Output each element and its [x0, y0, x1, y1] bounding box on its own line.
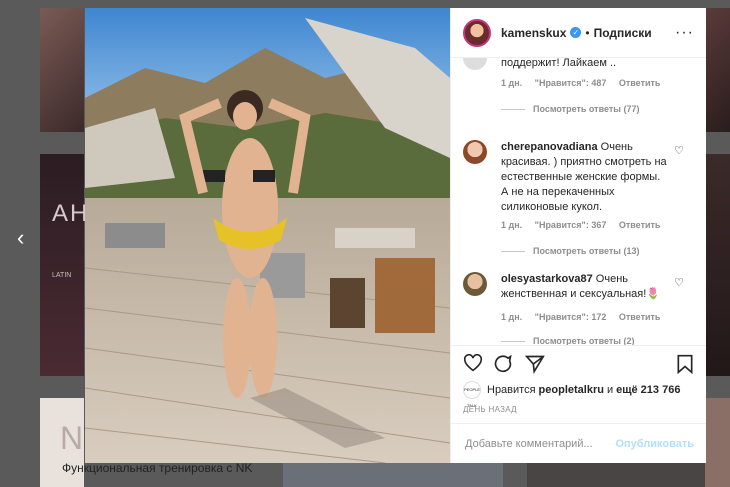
avatar[interactable] [463, 140, 487, 164]
comment-time[interactable]: 1 дн. [501, 78, 522, 88]
more-options-icon[interactable]: ··· [675, 24, 694, 42]
comment-likes[interactable]: "Нравится": 487 [535, 78, 607, 88]
comment-text: cherepanovadiana Очень красивая. ) прият… [501, 140, 670, 215]
comment-text: olesyastarkova87 Очень женственная и сек… [501, 272, 670, 302]
separator: • [585, 25, 590, 40]
thumbnail-text: AH [52, 200, 90, 227]
comment-text: поддержит! Лайкаем .. [501, 58, 617, 69]
feed-thumbnail[interactable] [705, 8, 730, 132]
comment-icon[interactable] [493, 354, 513, 374]
feed-thumbnail[interactable] [527, 463, 705, 487]
view-replies-button[interactable]: Посмотреть ответы (2) [501, 336, 634, 345]
feed-thumbnail[interactable] [283, 463, 503, 487]
avatar[interactable] [463, 58, 487, 70]
bookmark-icon[interactable] [676, 354, 694, 374]
post-username[interactable]: kamenskux [501, 26, 566, 40]
send-icon[interactable] [525, 354, 545, 374]
reply-button[interactable]: Ответить [619, 78, 661, 88]
comment-meta: 1 дн. "Нравится": 367 Ответить [501, 220, 670, 230]
view-replies-label: Посмотреть ответы (13) [533, 246, 640, 256]
likes-summary: PEOPLE TALK Нравится peopletalkru и ещё … [463, 381, 694, 408]
reply-button[interactable]: Ответить [619, 312, 661, 322]
post-comment-button[interactable]: Опубликовать [615, 438, 694, 450]
comment-meta: 1 дн. "Нравится": 487 Ответить [501, 78, 670, 88]
comment-time[interactable]: 1 дн. [501, 220, 522, 230]
view-replies-label: Посмотреть ответы (2) [533, 336, 635, 345]
following-button[interactable]: Подписки [594, 26, 652, 40]
likes-count[interactable]: ещё 213 766 [616, 384, 680, 396]
liker-username[interactable]: peopletalkru [539, 384, 604, 396]
feed-thumbnail[interactable] [705, 154, 730, 376]
comment-username[interactable]: olesyastarkova87 [501, 273, 593, 285]
feed-thumbnail[interactable] [40, 8, 84, 132]
feed-thumbnail[interactable] [40, 154, 84, 376]
comment: olesyastarkova87 Очень женственная и сек… [463, 272, 694, 345]
view-replies-button[interactable]: Посмотреть ответы (77) [501, 104, 639, 114]
thumbnail-caption: Функциональная тренировка с NK [62, 461, 253, 475]
liker-avatar[interactable]: PEOPLE TALK [463, 381, 481, 408]
post-photo[interactable] [85, 8, 450, 463]
heart-icon[interactable] [463, 354, 483, 372]
post-date[interactable]: ДЕНЬ НАЗАД [463, 405, 517, 414]
avatar[interactable] [463, 18, 491, 47]
heart-icon[interactable]: ♡ [674, 276, 684, 289]
reply-button[interactable]: Ответить [619, 220, 661, 230]
comment-input[interactable] [463, 436, 616, 451]
comment-time[interactable]: 1 дн. [501, 312, 522, 322]
comment: cherepanovadiana Очень красивая. ) прият… [463, 140, 694, 260]
comment: поддержит! Лайкаем .. 1 дн. "Нравится": … [463, 58, 694, 128]
comment-likes[interactable]: "Нравится": 367 [535, 220, 607, 230]
avatar[interactable] [463, 272, 487, 296]
photo-image [85, 8, 450, 463]
add-comment-bar: Опубликовать [451, 423, 706, 463]
post-sidebar: kamenskux ✓ • Подписки ··· поддержит! Ла… [450, 8, 706, 463]
view-replies-button[interactable]: Посмотреть ответы (13) [501, 246, 639, 256]
chevron-left-icon[interactable]: ‹ [17, 225, 24, 251]
comment-username[interactable]: cherepanovadiana [501, 141, 598, 153]
heart-icon[interactable]: ♡ [674, 144, 684, 157]
comments-list[interactable]: поддержит! Лайкаем .. 1 дн. "Нравится": … [451, 58, 706, 345]
replies-divider [501, 341, 525, 343]
verified-badge-icon: ✓ [570, 27, 582, 38]
replies-divider [501, 109, 525, 111]
comment-likes[interactable]: "Нравится": 172 [535, 312, 607, 322]
likes-prefix: Нравится [487, 384, 536, 396]
feed-thumbnail[interactable] [705, 398, 730, 487]
thumbnail-text: LATIN [52, 272, 72, 279]
post-header: kamenskux ✓ • Подписки ··· [451, 8, 706, 58]
likes-conjunction: и [606, 384, 614, 396]
replies-divider [501, 251, 525, 253]
view-replies-label: Посмотреть ответы (77) [533, 104, 640, 114]
post-modal: kamenskux ✓ • Подписки ··· поддержит! Ла… [85, 8, 706, 463]
thumbnail-text: N [60, 420, 84, 456]
comment-meta: 1 дн. "Нравится": 172 Ответить [501, 312, 670, 322]
post-actions [451, 345, 706, 382]
